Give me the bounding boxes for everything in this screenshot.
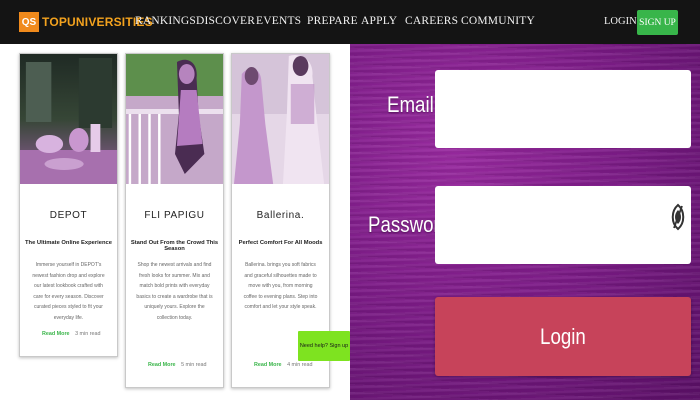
card-footer: Read More 5 min read (148, 362, 207, 368)
nav-discover[interactable]: DISCOVER (196, 15, 255, 27)
card-title: FLI PAPIGU (144, 210, 205, 221)
login-panel: Email Password Login (350, 44, 700, 400)
card-ballerina-image (232, 54, 329, 184)
email-input[interactable] (435, 70, 691, 148)
login-button-label: Login (540, 323, 586, 349)
card-subtitle: The Ultimate Online Experience (25, 240, 112, 246)
eye-icon[interactable] (668, 202, 688, 232)
email-label: Email (387, 92, 434, 117)
site-logo[interactable]: QS TOPUNIVERSITIES (19, 11, 153, 33)
card-depot[interactable]: DEPOT The Ultimate Online Experience Imm… (19, 53, 118, 357)
card-title: Ballerina. (256, 210, 305, 221)
password-input[interactable] (435, 186, 691, 264)
card-fli-papigu[interactable]: FLI PAPIGU Stand Out From the Crowd This… (125, 53, 224, 388)
card-description: Immerse yourself in DEPOT's newest fashi… (32, 262, 105, 321)
login-button[interactable]: Login (435, 297, 691, 376)
card-fli-papigu-image (126, 54, 223, 184)
header-login-link[interactable]: LOGIN (604, 16, 637, 27)
top-navigation-bar: QS TOPUNIVERSITIES RANKINGS DISCOVER EVE… (0, 0, 700, 44)
card-footer: Read More 4 min read (254, 362, 313, 368)
card-subtitle: Perfect Comfort For All Moods (238, 240, 323, 246)
nav-apply[interactable]: APPLY (361, 15, 397, 27)
logo-mark: QS (19, 12, 39, 32)
card-title: DEPOT (49, 210, 88, 221)
nav-community[interactable]: COMMUNITY (461, 15, 535, 27)
card-description: Ballerina. brings you soft fabrics and g… (243, 262, 318, 310)
card-read-more-link[interactable]: Read More (148, 362, 176, 368)
nav-rankings[interactable]: RANKINGS (135, 15, 196, 27)
card-read-more-link[interactable]: Read More (254, 362, 282, 368)
card-read-more-link[interactable]: Read More (42, 331, 70, 337)
nav-events[interactable]: EVENTS (256, 15, 301, 27)
card-footer: Read More 3 min read (42, 331, 101, 337)
card-subtitle: Stand Out From the Crowd This Season (130, 240, 219, 252)
card-depot-image (20, 54, 117, 184)
header-signup-button[interactable]: SIGN UP (637, 10, 678, 35)
card-meta: 4 min read (287, 362, 313, 368)
nav-careers[interactable]: CAREERS (405, 15, 458, 27)
help-signup-badge[interactable]: Need help? Sign up (298, 331, 350, 361)
nav-prepare[interactable]: PREPARE (307, 15, 358, 27)
card-meta: 5 min read (181, 362, 207, 368)
card-description: Shop the newest arrivals and find fresh … (136, 262, 213, 321)
card-meta: 3 min read (75, 331, 101, 337)
